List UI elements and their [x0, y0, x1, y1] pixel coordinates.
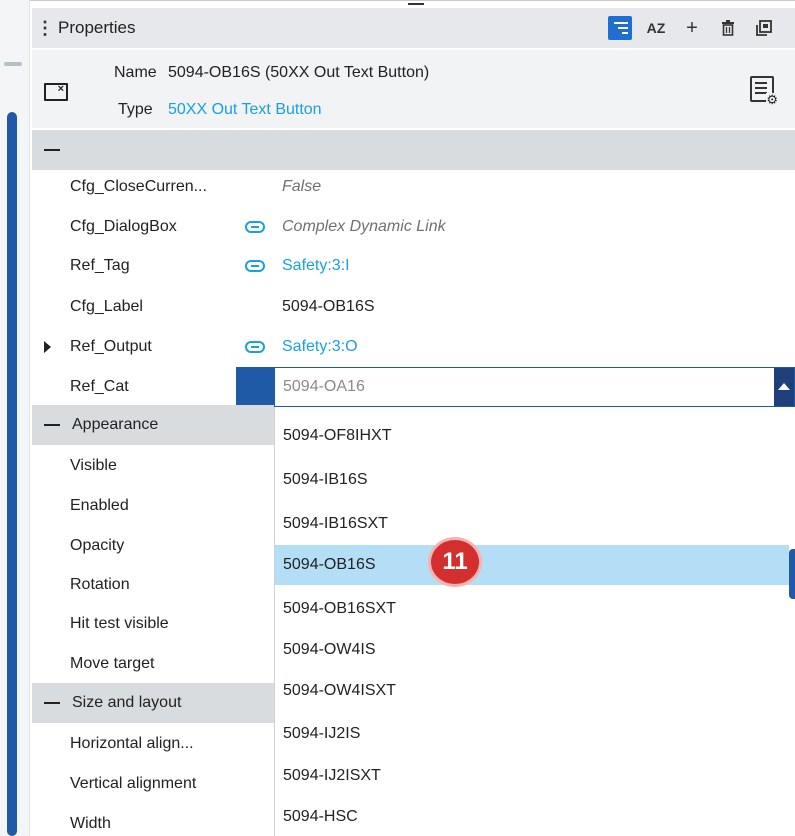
dropdown-option[interactable]: 5094-IJ2ISXT: [275, 756, 789, 796]
property-row-cfg-label[interactable]: Cfg_Label 5094-OB16S: [32, 287, 795, 327]
collapse-icon: [44, 702, 60, 704]
collapse-icon: [44, 424, 60, 426]
property-value[interactable]: Complex Dynamic Link: [282, 207, 446, 247]
combo-accent-bar: [236, 367, 274, 407]
property-row-cfg-dialogbox[interactable]: Cfg_DialogBox Complex Dynamic Link: [32, 207, 795, 247]
property-row-cfg-closecurrent[interactable]: Cfg_CloseCurren... False: [32, 167, 795, 207]
property-value[interactable]: Safety:3:I: [282, 246, 350, 286]
dropdown-option[interactable]: 5094-IB16SXT: [275, 504, 789, 544]
properties-header: ⋮ Properties AZ +: [32, 8, 795, 48]
name-label: Name: [114, 64, 157, 81]
category-collapse-bar[interactable]: [32, 130, 795, 170]
section-size-layout[interactable]: Size and layout: [32, 683, 274, 723]
collapse-icon: [44, 149, 60, 151]
drag-handle-icon[interactable]: ⋮: [32, 8, 58, 48]
trash-icon: [722, 20, 734, 36]
dropdown-option[interactable]: 5094-HSC: [275, 797, 789, 836]
property-name: Ref_Output: [70, 338, 152, 355]
filter-button[interactable]: [602, 8, 638, 48]
link-icon[interactable]: [244, 339, 266, 355]
type-label: Type: [118, 101, 153, 118]
property-row-ref-tag[interactable]: Ref_Tag Safety:3:I: [32, 246, 795, 286]
panel-title: Properties: [58, 18, 136, 37]
popout-icon: [756, 20, 772, 36]
property-name: Ref_Tag: [70, 257, 130, 274]
link-icon[interactable]: [244, 219, 266, 235]
property-hit-test-visible[interactable]: Hit test visible: [70, 604, 169, 644]
ref-cat-combobox[interactable]: 5094-OA16: [274, 367, 795, 407]
sort-az-icon: AZ: [646, 20, 666, 36]
property-rotation[interactable]: Rotation: [70, 565, 130, 605]
sort-az-button[interactable]: AZ: [638, 8, 674, 48]
property-value[interactable]: Safety:3:O: [282, 327, 358, 367]
plus-icon: +: [686, 17, 698, 39]
step-badge: 11: [428, 537, 482, 587]
dropdown-option[interactable]: 5094-OW4IS: [275, 630, 789, 670]
popout-button[interactable]: [746, 8, 782, 48]
top-border: [30, 0, 795, 5]
dropdown-toggle-icon[interactable]: [774, 368, 794, 406]
dropdown-option[interactable]: 5094-OF8IHXT: [275, 416, 789, 456]
property-name: Ref_Cat: [70, 378, 129, 395]
section-title: Appearance: [72, 416, 159, 433]
property-horizontal-align[interactable]: Horizontal align...: [70, 724, 194, 764]
property-row-ref-output[interactable]: Ref_Output Safety:3:O: [32, 327, 795, 367]
dropdown-option[interactable]: 5094-IJ2IS: [275, 714, 789, 754]
property-vertical-alignment[interactable]: Vertical alignment: [70, 764, 196, 804]
vertical-scrollbar[interactable]: [7, 112, 17, 836]
property-name: Cfg_Label: [70, 298, 143, 315]
property-move-target[interactable]: Move target: [70, 644, 154, 684]
ref-cat-dropdown-list[interactable]: 5094-OF8IHXT 5094-IB16S 5094-IB16SXT 509…: [274, 407, 795, 836]
property-name: Cfg_DialogBox: [70, 218, 177, 235]
property-visible[interactable]: Visible: [70, 446, 117, 486]
property-name: Cfg_CloseCurren...: [70, 178, 207, 195]
ref-cat-input[interactable]: 5094-OA16: [283, 368, 365, 406]
top-mark: [408, 3, 424, 5]
dropdown-option[interactable]: 5094-OW4ISXT: [275, 671, 789, 711]
gutter-marker: [4, 62, 22, 66]
object-type-icon: [44, 83, 68, 101]
section-title: Size and layout: [72, 694, 182, 711]
header-toolbar: AZ +: [602, 8, 782, 48]
filter-icon: [608, 16, 632, 40]
expand-arrow-icon[interactable]: [44, 341, 51, 353]
dropdown-option[interactable]: 5094-OB16SXT: [275, 589, 789, 629]
add-button[interactable]: +: [674, 8, 710, 48]
type-value[interactable]: 50XX Out Text Button: [168, 101, 322, 119]
left-gutter: [0, 0, 30, 836]
dropdown-option-selected[interactable]: 5094-OB16S: [275, 545, 789, 585]
property-opacity[interactable]: Opacity: [70, 526, 124, 566]
name-value: 5094-OB16S (50XX Out Text Button): [168, 64, 430, 81]
section-appearance[interactable]: Appearance: [32, 405, 274, 445]
delete-button[interactable]: [710, 8, 746, 48]
dropdown-option[interactable]: 5094-IB16S: [275, 460, 789, 500]
object-info: Name 5094-OB16S (50XX Out Text Button) T…: [32, 50, 795, 128]
property-width[interactable]: Width: [70, 804, 111, 836]
link-icon[interactable]: [244, 258, 266, 274]
property-value[interactable]: False: [282, 167, 321, 207]
settings-icon[interactable]: [750, 76, 778, 106]
property-value[interactable]: 5094-OB16S: [282, 287, 375, 327]
property-enabled[interactable]: Enabled: [70, 486, 129, 526]
dropdown-scrollbar[interactable]: [789, 549, 795, 599]
